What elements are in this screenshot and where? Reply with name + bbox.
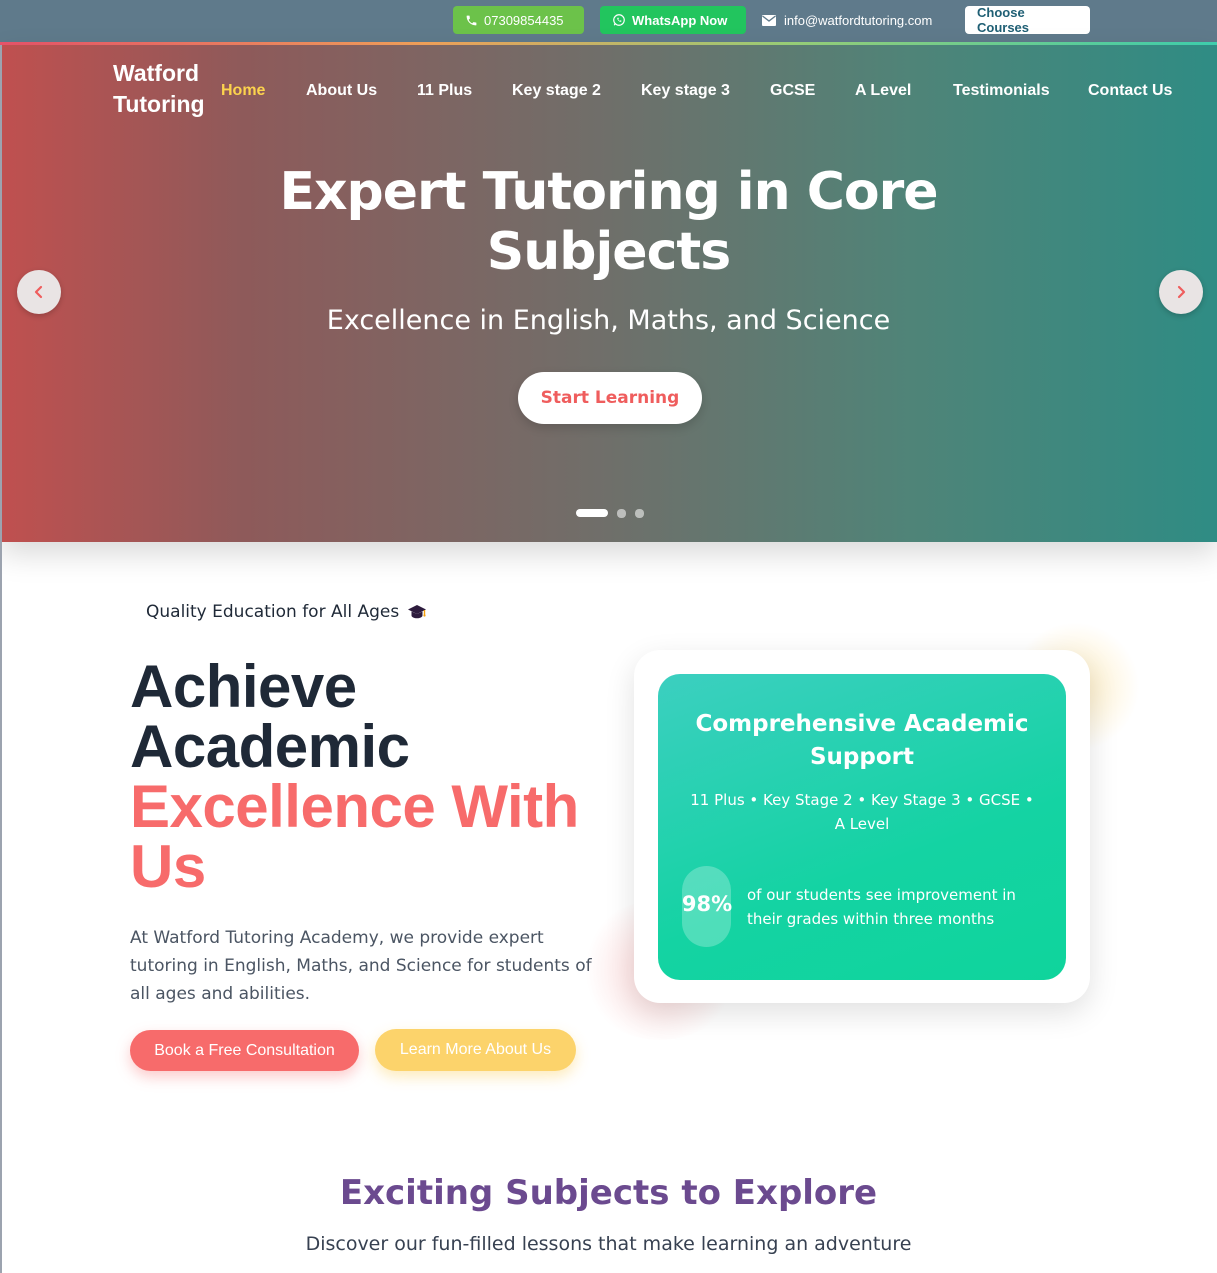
page-border [0,45,2,1273]
headline-line-1: Achieve [130,653,357,720]
logo-line-2: Tutoring [113,91,205,117]
hero-title-line-1: Expert Tutoring in Core [279,162,938,222]
hero-title-line-2: Subjects [486,222,731,282]
phone-icon [465,14,478,27]
nav-about-us[interactable]: About Us [306,78,377,104]
email-link[interactable]: info@watfordtutoring.com [762,6,932,34]
subjects-section-title: Exciting Subjects to Explore [339,1173,878,1213]
nav-a-level[interactable]: A Level [855,78,911,104]
nav-testimonials[interactable]: Testimonials [953,78,1050,104]
slider-dot-1[interactable] [576,509,608,517]
start-learning-button[interactable]: Start Learning [518,372,702,424]
stat-value: 98% [681,892,733,916]
about-paragraph: At Watford Tutoring Academy, we provide … [130,928,592,1004]
choose-courses-button[interactable]: Choose Courses [965,5,1090,35]
top-contact-bar: 07309854435 WhatsApp Now info@watfordtut… [0,0,1217,42]
whatsapp-icon [612,13,626,27]
headline-accent-1: Excellence With [130,773,579,840]
chevron-left-icon [32,285,46,299]
email-address: info@watfordtutoring.com [784,12,933,28]
learn-more-button[interactable]: Learn More About Us [375,1029,576,1071]
nav-key-stage-2[interactable]: Key stage 2 [512,78,601,104]
tagline-text: Quality Education for All Ages [146,602,400,622]
slider-prev-button[interactable] [17,270,61,314]
chevron-right-icon [1174,285,1188,299]
nav-contact-us[interactable]: Contact Us [1088,78,1172,104]
nav-home[interactable]: Home [221,78,265,104]
support-card-title: Comprehensive Academic Support [695,711,1029,770]
whatsapp-button[interactable]: WhatsApp Now [600,6,746,34]
hero-title: Expert Tutoring in Core Subjects [200,162,1017,282]
whatsapp-label: WhatsApp Now [632,12,728,28]
book-consultation-button[interactable]: Book a Free Consultation [130,1030,359,1071]
about-headline: Achieve Academic Excellence With Us [130,657,600,897]
stat-description: of our students see improvement in their… [747,886,1016,928]
nav-11-plus[interactable]: 11 Plus [417,78,472,104]
nav-gcse[interactable]: GCSE [770,78,815,104]
hero-subtitle: Excellence in English, Maths, and Scienc… [326,305,891,336]
slider-dot-2[interactable] [617,509,626,518]
headline-line-2: Academic [130,713,410,780]
nav-key-stage-3[interactable]: Key stage 3 [641,78,730,104]
tagline: Quality Education for All Ages [146,602,427,622]
site-logo[interactable]: Watford Tutoring [113,58,223,120]
graduation-cap-icon [407,604,427,620]
slider-dot-3[interactable] [635,509,644,518]
phone-button[interactable]: 07309854435 [453,6,584,34]
phone-number: 07309854435 [484,12,564,28]
envelope-icon [762,14,776,26]
slider-next-button[interactable] [1159,270,1203,314]
subjects-section-subtitle: Discover our fun-filled lessons that mak… [305,1233,912,1255]
logo-line-1: Watford [113,60,200,86]
support-card-levels: 11 Plus • Key Stage 2 • Key Stage 3 • GC… [690,791,1034,833]
headline-accent-2: Us [130,833,206,900]
